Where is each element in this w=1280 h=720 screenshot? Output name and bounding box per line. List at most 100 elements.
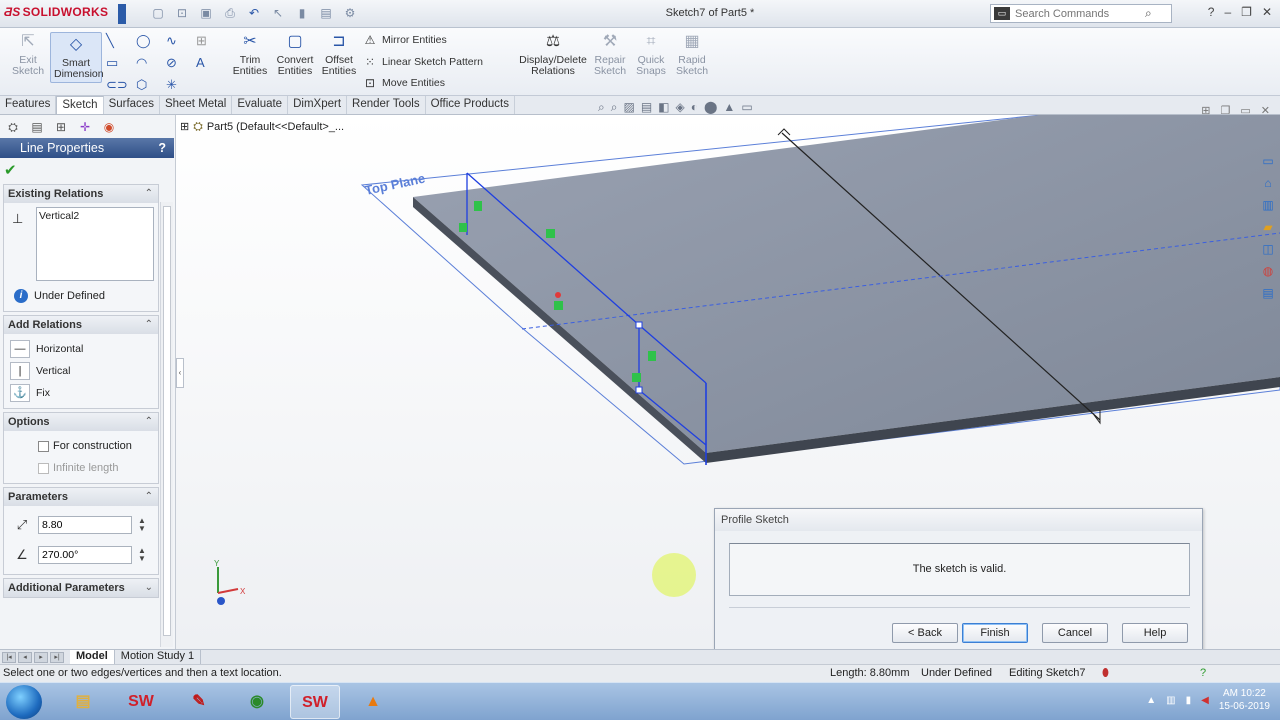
tab-evaluate[interactable]: Evaluate <box>232 96 289 114</box>
tab-features[interactable]: Features <box>0 96 57 114</box>
display-style-icon[interactable]: ◈ <box>676 100 685 115</box>
options-icon[interactable]: ⚙ <box>342 5 358 21</box>
tab-model[interactable]: Model <box>70 650 115 664</box>
relation-icon[interactable] <box>546 229 555 238</box>
tray-expand-icon[interactable]: ▲ <box>1146 695 1156 706</box>
coincident-relation-icon[interactable] <box>459 223 467 232</box>
save-icon[interactable]: ▣ <box>198 5 214 21</box>
open-icon[interactable]: ⊡ <box>174 5 190 21</box>
scene-icon[interactable]: ▲ <box>723 100 735 115</box>
rapid-sketch-button[interactable]: ▦ Rapid Sketch <box>674 32 710 77</box>
property-manager-icon[interactable]: ▤ <box>28 120 46 136</box>
coincident-relation-icon[interactable] <box>554 301 563 310</box>
select-icon[interactable]: ↖ <box>270 5 286 21</box>
resources-icon[interactable]: ▭ <box>1259 152 1277 170</box>
arc-icon[interactable]: ◠ <box>136 54 166 72</box>
configuration-manager-icon[interactable]: ⊞ <box>52 120 70 136</box>
options-header[interactable]: Options ⌃ <box>4 413 158 431</box>
view-settings-icon[interactable]: ▭ <box>741 100 752 115</box>
line-icon[interactable]: ╲ <box>106 32 136 50</box>
feature-tree-flyout[interactable]: ⊞ ⛭ Part5 (Default<<Default>_... <box>180 119 344 134</box>
back-button[interactable]: < Back <box>892 623 958 643</box>
scrollbar-thumb[interactable] <box>163 206 171 636</box>
tab-motion-study[interactable]: Motion Study 1 <box>115 650 202 664</box>
for-construction-checkbox[interactable]: For construction <box>8 435 154 457</box>
tab-render-tools[interactable]: Render Tools <box>347 96 426 114</box>
checkbox[interactable] <box>38 440 49 452</box>
display-manager-icon[interactable]: ◉ <box>100 120 118 136</box>
acrobat-taskbar-icon[interactable]: ✎ <box>174 685 224 719</box>
tab-sheet-metal[interactable]: Sheet Metal <box>160 96 233 114</box>
slot-icon[interactable]: ⊂⊃ <box>106 76 136 94</box>
list-item[interactable]: Vertical2 <box>39 210 151 222</box>
sketch-endpoint[interactable] <box>635 321 643 329</box>
repair-sketch-button[interactable]: ⚒ Repair Sketch <box>592 32 628 77</box>
ellipse-icon[interactable]: ⊘ <box>166 54 196 72</box>
help-icon[interactable]: ? <box>1208 5 1215 19</box>
view-orientation-icon[interactable]: ◧ <box>658 100 669 115</box>
rebuild-status-icon[interactable]: ⬮ <box>1102 665 1109 682</box>
add-relations-header[interactable]: Add Relations ⌃ <box>4 316 158 334</box>
angle-spinner-icon[interactable]: ▲ ▼ <box>138 547 146 563</box>
move-entities-button[interactable]: ⊡ Move Entities <box>363 76 445 90</box>
origin-point-icon[interactable] <box>555 292 561 298</box>
collapse-chevron-icon[interactable]: ⌃ <box>145 316 153 334</box>
design-library-icon[interactable]: ▥ <box>1259 196 1277 214</box>
file-explorer-taskbar-icon[interactable]: ▤ <box>58 685 108 719</box>
add-relation-fix[interactable]: ⚓ Fix <box>8 382 154 404</box>
solidworks-taskbar-icon[interactable]: SW <box>116 685 166 719</box>
panel-collapse-handle[interactable]: ‹ <box>176 358 184 388</box>
exit-sketch-button[interactable]: ⇱ Exit Sketch <box>10 32 46 77</box>
grid-icon[interactable]: ⊞ <box>196 32 226 50</box>
tab-sketch[interactable]: Sketch <box>56 96 104 114</box>
volume-icon[interactable]: ◀ <box>1201 695 1209 706</box>
hide-show-icon[interactable]: ◐ <box>691 100 698 115</box>
add-relation-vertical[interactable]: | Vertical <box>8 360 154 382</box>
last-tab-icon[interactable]: ▸| <box>50 651 64 663</box>
expand-icon[interactable]: ⊞ <box>180 120 189 133</box>
length-spinner-icon[interactable]: ▲ ▼ <box>138 517 146 533</box>
search-commands-box[interactable]: ▭ ⌕ <box>990 4 1172 23</box>
help-button[interactable]: Help <box>1122 623 1188 643</box>
text-icon[interactable]: A <box>196 54 226 72</box>
vlc-taskbar-icon[interactable]: ▲ <box>348 685 398 719</box>
tab-dimxpert[interactable]: DimXpert <box>288 96 348 114</box>
circle-icon[interactable]: ◯ <box>136 32 166 50</box>
menu-arrow-icon[interactable] <box>118 4 126 24</box>
section-view-icon[interactable]: ▤ <box>641 100 652 115</box>
solidworks-active-taskbar-icon[interactable]: SW <box>290 685 340 719</box>
start-button[interactable] <box>6 685 42 719</box>
restore-icon[interactable]: ❐ <box>1241 5 1252 19</box>
infinite-length-checkbox[interactable]: Infinite length <box>8 457 154 479</box>
chrome-taskbar-icon[interactable]: ◉ <box>232 685 282 719</box>
prev-tab-icon[interactable]: ◂ <box>18 651 32 663</box>
linear-sketch-pattern-button[interactable]: ⁙ Linear Sketch Pattern <box>363 55 483 69</box>
tab-office-products[interactable]: Office Products <box>426 96 515 114</box>
file-explorer-icon[interactable]: ▰ <box>1259 218 1277 236</box>
offset-entities-button[interactable]: ⊐ Offset Entities <box>320 32 358 77</box>
collapse-chevron-icon[interactable]: ⌃ <box>145 185 153 203</box>
convert-entities-button[interactable]: ▢ Convert Entities <box>274 32 316 77</box>
display-delete-relations-button[interactable]: ⚖ Display/Delete Relations <box>518 32 588 77</box>
collapse-chevron-icon[interactable]: ⌃ <box>145 488 153 506</box>
previous-view-icon[interactable]: ▨ <box>623 100 634 115</box>
print-icon[interactable]: ⎙ <box>222 5 238 21</box>
sketch-endpoint[interactable] <box>635 386 643 394</box>
viewport-minimize-icon[interactable]: ▭ <box>1240 104 1250 117</box>
viewport-menu-icon[interactable]: ⊞ <box>1201 104 1210 117</box>
solidworks-logo[interactable]: ƋS SOLIDWORKS <box>4 5 108 19</box>
zoom-area-icon[interactable]: ⌕ <box>611 100 618 115</box>
undo-icon[interactable]: ↶ <box>246 5 262 21</box>
existing-relations-list[interactable]: Vertical2 <box>36 207 154 281</box>
point-icon[interactable]: ✳ <box>166 76 196 94</box>
clock[interactable]: AM 10:22 15-06-2019 <box>1219 687 1270 713</box>
additional-parameters-header[interactable]: Additional Parameters ⌄ <box>4 579 158 597</box>
add-relation-horizontal[interactable]: — Horizontal <box>8 338 154 360</box>
zoom-fit-icon[interactable]: ⌕ <box>598 100 605 115</box>
viewport-close-icon[interactable]: ✕ <box>1261 104 1270 117</box>
help-button[interactable]: ? <box>158 138 166 158</box>
next-tab-icon[interactable]: ▸ <box>34 651 48 663</box>
viewport-restore-icon[interactable]: ❐ <box>1221 104 1231 117</box>
vertical-relation-icon[interactable] <box>648 351 656 361</box>
file-properties-icon[interactable]: ▤ <box>318 5 334 21</box>
